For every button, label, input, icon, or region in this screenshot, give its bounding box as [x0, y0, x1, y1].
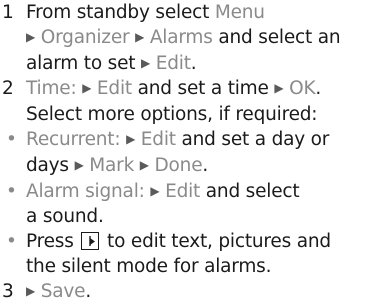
alarm-signal-label: Alarm signal:	[26, 180, 145, 202]
step-number: 1	[2, 2, 14, 23]
ok-label: OK	[289, 78, 316, 100]
time-label: Time:	[26, 78, 77, 100]
arrow-icon: ▶	[26, 29, 36, 44]
alarms-label: Alarms	[149, 26, 213, 48]
step-1: 1 From standby select Menu ▶ Organizer ▶…	[0, 1, 385, 77]
arrow-icon: ▶	[135, 29, 145, 44]
done-label: Done	[154, 154, 203, 176]
list-item: • Press to edit text, pictures and the s…	[6, 231, 331, 277]
step-3: 3 ▶ Save.	[0, 280, 385, 306]
instructions-document: 1 From standby select Menu ▶ Organizer ▶…	[0, 0, 385, 306]
arrow-icon: ▶	[74, 157, 84, 172]
bullet-icon: •	[6, 231, 17, 253]
organizer-label: Organizer	[40, 26, 130, 48]
step-2: 2 Time: ▶ Edit and set a time ▶ OK. Sele…	[0, 77, 385, 128]
step-number: 3	[2, 280, 14, 302]
list-item: • Recurrent: ▶ Edit and set a day or day…	[6, 128, 330, 176]
step-number: 2	[2, 78, 14, 100]
step-2-line-1: Time: ▶ Edit and set a time ▶ OK.	[26, 78, 322, 100]
edit-label: Edit	[96, 78, 132, 100]
step-3-line-1: ▶ Save.	[26, 280, 92, 302]
arrow-icon: ▶	[141, 55, 151, 70]
edit-label: Edit	[155, 52, 191, 74]
bullet-icon: •	[6, 180, 17, 202]
mark-label: Mark	[89, 154, 135, 176]
arrow-icon: ▶	[126, 131, 136, 146]
edit-label: Edit	[140, 128, 176, 150]
arrow-icon: ▶	[82, 81, 92, 96]
arrow-icon: ▶	[274, 81, 284, 96]
step-1-line-3: alarm to set ▶ Edit.	[26, 52, 197, 74]
recurrent-label: Recurrent:	[26, 128, 121, 150]
menu-label: Menu	[214, 2, 265, 23]
bullet-icon: •	[6, 128, 17, 150]
step-1-line-1: From standby select Menu	[26, 2, 265, 23]
options-softkey-icon	[81, 232, 100, 251]
arrow-icon: ▶	[139, 157, 149, 172]
step-1-line-2: ▶ Organizer ▶ Alarms and select an	[26, 26, 341, 48]
save-label: Save	[40, 280, 86, 302]
arrow-icon: ▶	[150, 183, 160, 198]
list-item: • Alarm signal: ▶ Edit and select a soun…	[6, 180, 300, 228]
edit-label: Edit	[165, 180, 201, 202]
arrow-icon: ▶	[26, 283, 36, 298]
step-2-line-2: Select more options, if required:	[26, 104, 318, 126]
options-list: • Recurrent: ▶ Edit and set a day or day…	[0, 128, 385, 280]
